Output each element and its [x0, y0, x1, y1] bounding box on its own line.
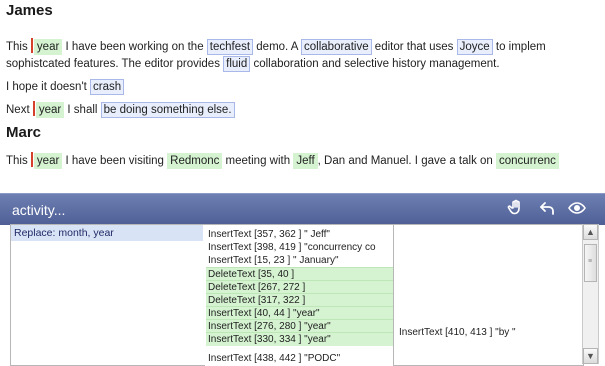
inserted-text-highlight[interactable]: year — [33, 153, 63, 169]
token-highlight[interactable]: crash — [90, 79, 125, 95]
activity-title: activity... — [12, 202, 66, 218]
caret-marker — [30, 152, 33, 167]
token-highlight[interactable]: fluid — [223, 56, 251, 72]
inserted-text-highlight[interactable]: year — [35, 102, 65, 118]
eye-icon[interactable] — [567, 199, 587, 219]
document-editor[interactable]: James This year I have been working on t… — [0, 0, 605, 177]
text-run: I hope it doesn't — [6, 81, 91, 93]
text-run: I have been working on the — [62, 41, 207, 53]
operation-item[interactable]: Replace: month, year — [11, 225, 204, 241]
history-row[interactable]: InsertText [438, 442 ] "PODC" — [206, 352, 393, 365]
caret-marker — [30, 38, 33, 53]
text-run: , Dan and Manuel. I gave a talk on — [317, 155, 497, 167]
undo-icon[interactable] — [538, 199, 558, 219]
operations-list[interactable]: Replace: month, year — [10, 224, 205, 366]
inserted-text-highlight[interactable]: concurrenc — [496, 153, 559, 169]
history-row[interactable]: InsertText [357, 362 ] " Jeff" — [206, 228, 393, 241]
detail-entry[interactable]: InsertText [410, 413 ] "by " — [399, 327, 516, 338]
caret-marker — [32, 101, 35, 116]
text-run: This — [6, 155, 31, 167]
text-run: I have been visiting — [62, 155, 168, 167]
history-row[interactable]: InsertText [398, 419 ] "concurrency co — [206, 241, 393, 254]
hand-icon[interactable] — [505, 199, 525, 219]
history-row[interactable]: InsertText [330, 334 ] "year" — [206, 332, 393, 346]
grip-icon: ≡ — [588, 258, 593, 265]
detail-list[interactable]: InsertText [410, 413 ] "by " — [393, 224, 584, 366]
line-4[interactable]: Next year I shall be doing something els… — [6, 101, 235, 119]
token-highlight[interactable]: collaborative — [301, 39, 372, 55]
text-run: I shall — [64, 104, 101, 116]
inserted-text-highlight[interactable]: Redmonc — [167, 153, 223, 169]
text-run: demo. A — [253, 41, 302, 53]
line-2[interactable]: sophistcated features. The editor provid… — [6, 56, 500, 73]
history-row[interactable]: DeleteText [267, 272 ] — [206, 280, 393, 294]
scroll-thumb[interactable]: ≡ — [584, 244, 597, 282]
inserted-text-highlight[interactable]: year — [33, 39, 63, 55]
author-heading-james: James — [6, 2, 53, 19]
token-highlight[interactable]: techfest — [206, 39, 254, 55]
history-row[interactable]: InsertText [15, 23 ] " January" — [206, 254, 393, 267]
author-heading-marc: Marc — [6, 124, 42, 141]
scroll-down-icon[interactable]: ▼ — [583, 348, 598, 364]
text-run: This — [6, 41, 31, 53]
vertical-scrollbar[interactable]: ▲ ≡ ▼ — [582, 224, 599, 364]
activity-header: activity... — [0, 193, 605, 225]
line-3[interactable]: I hope it doesn't crash — [6, 79, 125, 96]
history-row[interactable]: InsertText [40, 44 ] "year" — [206, 306, 393, 320]
token-highlight[interactable]: Joyce — [456, 39, 493, 55]
text-run: to implem — [492, 41, 546, 53]
text-run: collaboration and selective history mana… — [250, 58, 500, 70]
history-row[interactable]: InsertText [276, 280 ] "year" — [206, 319, 393, 333]
history-row[interactable]: DeleteText [317, 322 ] — [206, 293, 393, 307]
activity-panel: activity... Replace: month, year InsertT… — [0, 193, 605, 366]
history-list[interactable]: InsertText [357, 362 ] " Jeff" InsertTex… — [203, 224, 393, 365]
history-row[interactable]: DeleteText [35, 40 ] — [206, 267, 393, 281]
text-run: meeting with — [222, 155, 294, 167]
text-run: sophistcated features. The editor provid… — [6, 58, 224, 70]
line-5[interactable]: This year I have been visiting Redmonc m… — [6, 152, 559, 170]
text-run: editor that uses — [371, 41, 457, 53]
inserted-text-highlight[interactable]: Jeff — [293, 153, 318, 169]
text-run: Next — [6, 104, 33, 116]
scroll-up-icon[interactable]: ▲ — [583, 224, 598, 240]
token-highlight[interactable]: be doing something else. — [100, 102, 235, 118]
line-1[interactable]: This year I have been working on the tec… — [6, 38, 546, 56]
